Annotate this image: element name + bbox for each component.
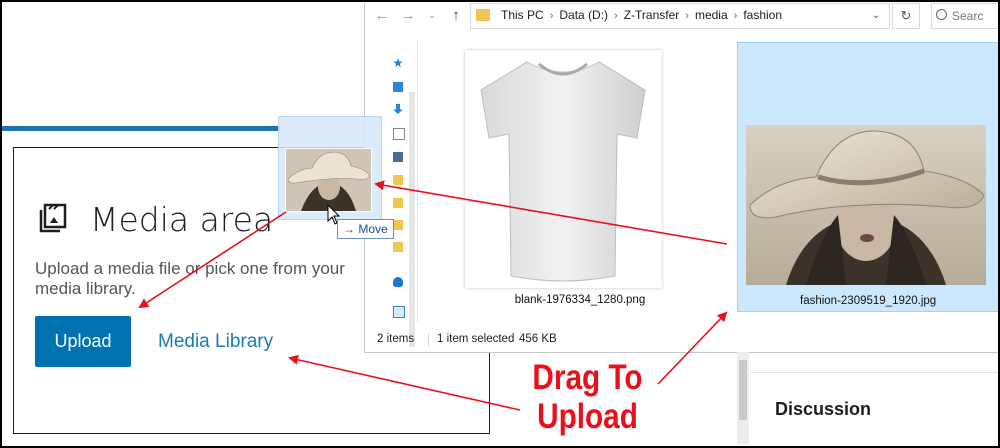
drag-thumbnail [285,148,372,212]
breadcrumb-this-pc[interactable]: This PC [501,8,544,22]
documents-icon[interactable] [393,128,405,140]
breadcrumb-data-drive[interactable]: Data (D:) [559,8,608,22]
nav-scrollbar[interactable] [409,92,415,347]
media-icon [39,203,67,233]
downloads-icon[interactable] [393,104,403,114]
search-input[interactable]: Searc [931,3,1000,29]
file-list: blank-1976334_1280.png fashion-2309519_1… [435,40,1000,322]
file-name: fashion-2309519_1920.jpg [800,295,937,307]
panel-divider [750,372,1000,373]
media-area-description: Upload a media file or pick one from you… [35,259,345,298]
refresh-icon[interactable]: ↻ [892,3,920,29]
breadcrumb-media[interactable]: media [695,8,728,22]
media-area-title: Media area [90,200,274,239]
folder-icon [476,9,490,21]
quick-access-star-icon[interactable] [393,58,403,68]
upload-button[interactable]: Upload [35,316,131,367]
selection-count: 1 item selected [437,333,515,345]
breadcrumb-fashion[interactable]: fashion [743,8,782,22]
forward-arrow-icon[interactable]: → [397,5,419,27]
folder-icon[interactable] [393,175,403,185]
up-arrow-icon[interactable]: ↑ [445,5,467,27]
fashion-photo-thumbnail [746,125,986,285]
media-library-link[interactable]: Media Library [158,331,273,353]
search-icon [936,9,947,20]
tshirt-image [480,61,646,282]
breadcrumb: This PC › Data (D:) › Z-Transfer › media › fashi… [501,8,782,22]
address-dropdown-icon[interactable]: ⌄ [865,5,887,27]
tshirt-thumbnail [465,50,662,288]
move-label: Move [358,222,388,236]
breadcrumb-separator-icon: › [614,10,618,22]
move-badge: → Move [337,219,394,239]
folder-icon[interactable] [393,220,403,230]
file-item-fashion-jpg[interactable]: fashion-2309519_1920.jpg [737,42,1000,312]
editor-scrollbar-thumb[interactable] [739,360,747,420]
breadcrumb-separator-icon: › [685,10,689,22]
recent-chevron-icon[interactable]: ⌄ [421,5,443,27]
pictures-icon[interactable] [393,152,403,162]
annotation-text-line-2: Upload [537,397,638,436]
editor-accent-bar [0,126,280,131]
file-explorer-window: ← → ⌄ ↑ This PC › Data (D:) › Z-Transfer › med… [364,0,1000,353]
file-name: blank-1976334_1280.png [514,294,646,306]
move-arrow-icon: → [343,222,359,236]
folder-icon[interactable] [393,242,403,252]
explorer-toolbar: ← → ⌄ ↑ This PC › Data (D:) › Z-Transfer › med… [365,0,1000,32]
status-divider [428,334,429,346]
desktop-icon[interactable] [393,82,403,92]
annotation-text-line-1: Drag To [532,358,643,397]
back-arrow-icon[interactable]: ← [371,5,393,27]
address-bar[interactable]: This PC › Data (D:) › Z-Transfer › media › fashi… [470,3,890,29]
folder-icon[interactable] [393,198,403,208]
selection-size: 456 KB [519,333,557,345]
discussion-panel-heading[interactable]: Discussion [775,399,871,420]
this-pc-icon[interactable] [393,306,405,318]
onedrive-icon[interactable] [393,277,403,287]
breadcrumb-separator-icon: › [549,10,554,22]
status-bar: 2 items 1 item selected 456 KB [365,330,1000,350]
item-count: 2 items [377,333,415,345]
breadcrumb-separator-icon: › [733,10,738,22]
file-item-blank-png[interactable]: blank-1976334_1280.png [460,40,662,318]
breadcrumb-z-transfer[interactable]: Z-Transfer [624,8,680,22]
search-placeholder: Searc [952,9,984,23]
